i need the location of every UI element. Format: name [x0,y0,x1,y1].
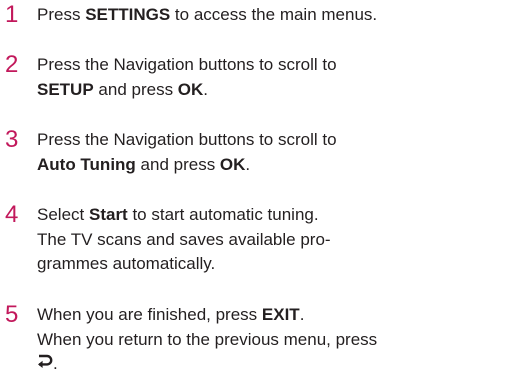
step-text-line: Press the Navigation buttons to scroll t… [37,55,337,74]
text-fragment: Press [37,5,86,24]
step-3: 3 Press the Navigation buttons to scroll… [0,126,526,178]
bold-term: OK [177,79,204,99]
text-fragment: . [245,154,251,174]
step-text-line: Press the Navigation buttons to scroll t… [37,130,337,149]
bold-term: SETTINGS [85,5,171,24]
bold-term: Auto Tuning [37,154,136,174]
step-text-line: grammes automatically. [37,254,216,273]
bold-term: SETUP [37,79,94,99]
step-text-line: When you are finished, press EXIT. [37,303,526,328]
text-fragment: and press [93,79,178,99]
back-arrow-icon [37,354,53,369]
bold-term: OK [219,154,246,174]
step-1: 1 Press SETTINGS to access the main menu… [0,1,526,28]
text-fragment: . [203,79,209,99]
text-fragment: to start automatic tuning. [127,205,319,224]
step-text-line: SETUP and press OK. [37,78,526,103]
text-fragment: When you are finished, press [37,305,262,324]
bold-term: EXIT [261,305,300,324]
text-fragment: and press [135,154,220,174]
text-fragment: . [53,354,58,373]
step-4: 4 Select Start to start automatic tuning… [0,201,526,277]
step-text-line: . [37,352,526,377]
step-number: 3 [5,126,19,153]
step-text-line: When you return to the previous menu, pr… [37,329,378,349]
text-fragment: to access the main menus. [170,5,378,24]
step-2: 2 Press the Navigation buttons to scroll… [0,51,526,103]
step-number: 1 [5,1,19,28]
bold-term: Start [88,205,128,224]
step-number: 5 [5,301,19,328]
step-text-line: Auto Tuning and press OK. [37,153,526,178]
text-fragment: . [299,305,305,324]
step-text-line: The TV scans and saves available pro- [37,229,331,249]
step-number: 4 [5,201,19,228]
step-text-line: Press SETTINGS to access the main menus. [37,3,526,28]
step-number: 2 [5,51,19,78]
step-5: 5 When you are finished, press EXIT. Whe… [0,301,526,377]
step-text-line: Select Start to start automatic tuning. [37,203,526,228]
text-fragment: Select [37,205,89,224]
